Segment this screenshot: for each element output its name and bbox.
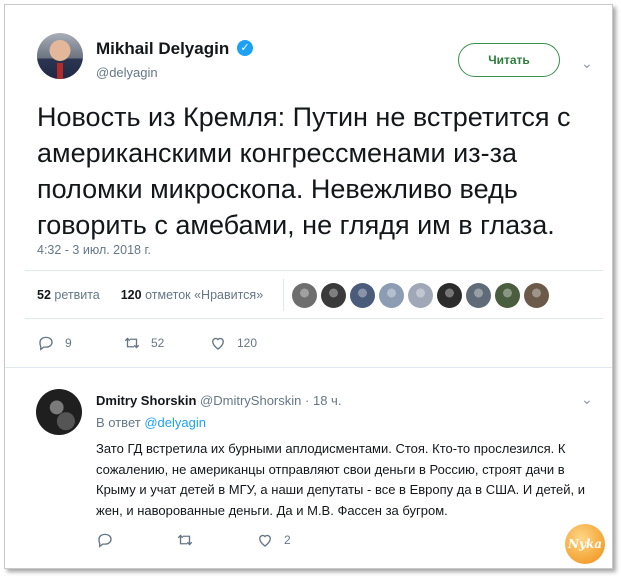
author-name[interactable]: Mikhail Delyagin [96,39,229,59]
reply-icon [39,336,53,351]
reply-reply-action[interactable] [96,531,176,549]
reply-action[interactable]: 9 [37,334,123,352]
liker-avatar[interactable] [350,283,375,308]
reply-to-line: В ответ @delyagin [96,415,206,430]
reply-like-count: 2 [284,533,291,547]
author-handle[interactable]: @delyagin [96,65,158,80]
retweet-action[interactable]: 52 [123,334,209,352]
chevron-down-icon[interactable]: ⌄ [581,55,593,72]
reply-count: 9 [65,336,72,350]
retweets-label[interactable]: ретвита [54,288,99,302]
heart-icon [259,534,271,547]
reply-actions: 2 [96,531,336,549]
follow-button[interactable]: Читать [458,43,560,77]
verified-badge-icon: ✓ [237,40,253,56]
liker-avatar[interactable] [466,283,491,308]
likes-label[interactable]: отметок «Нравится» [145,288,263,302]
reply-to-handle[interactable]: @delyagin [144,415,206,430]
engagement-stats: 52 ретвита 120 отметок «Нравится» [37,288,263,302]
tweet-text: Новость из Кремля: Путин не встретится с… [37,102,571,240]
divider [25,270,603,271]
liker-avatar[interactable] [437,283,462,308]
reply-retweet-action[interactable] [176,531,256,549]
retweets-count[interactable]: 52 [37,288,51,302]
liker-avatar[interactable] [408,283,433,308]
reply-time[interactable]: 18 ч. [313,393,341,408]
liker-avatar[interactable] [524,283,549,308]
like-count: 120 [237,336,258,350]
retweet-icon [124,337,140,349]
tweet-timestamp[interactable]: 4:32 - 3 июл. 2018 г. [37,243,151,257]
liker-avatar[interactable] [379,283,404,308]
reply-text: Зато ГД встретила их бурными аплодисмент… [96,441,586,518]
likers-avatars [292,283,549,308]
reply-separator: · [305,393,310,408]
heart-icon [212,337,224,350]
reply-author-avatar[interactable] [36,389,82,435]
retweet-icon [177,534,193,546]
divider [5,367,612,368]
author-avatar[interactable] [37,33,83,79]
reply-author-handle[interactable]: @DmitryShorskin [200,393,301,408]
tweet-screenshot-frame: Mikhail Delyagin ✓ @delyagin Читать ⌄ Но… [4,4,613,569]
divider [25,318,603,319]
tweet-actions: 9 52 120 [37,334,295,352]
reply-like-action[interactable]: 2 [256,531,336,549]
reply-author-name[interactable]: Dmitry Shorskin [96,393,196,408]
watermark-logo: Nyka [565,524,605,564]
liker-avatar[interactable] [495,283,520,308]
likes-count[interactable]: 120 [121,288,142,302]
like-action[interactable]: 120 [209,334,295,352]
chevron-down-icon[interactable]: ⌄ [581,391,593,408]
liker-avatar[interactable] [292,283,317,308]
liker-avatar[interactable] [321,283,346,308]
retweet-count: 52 [151,336,165,350]
reply-icon [98,533,112,548]
reply-header: Dmitry Shorskin @DmitryShorskin · 18 ч. [96,393,341,408]
reply-to-prefix: В ответ [96,415,141,430]
stats-separator [283,279,284,311]
